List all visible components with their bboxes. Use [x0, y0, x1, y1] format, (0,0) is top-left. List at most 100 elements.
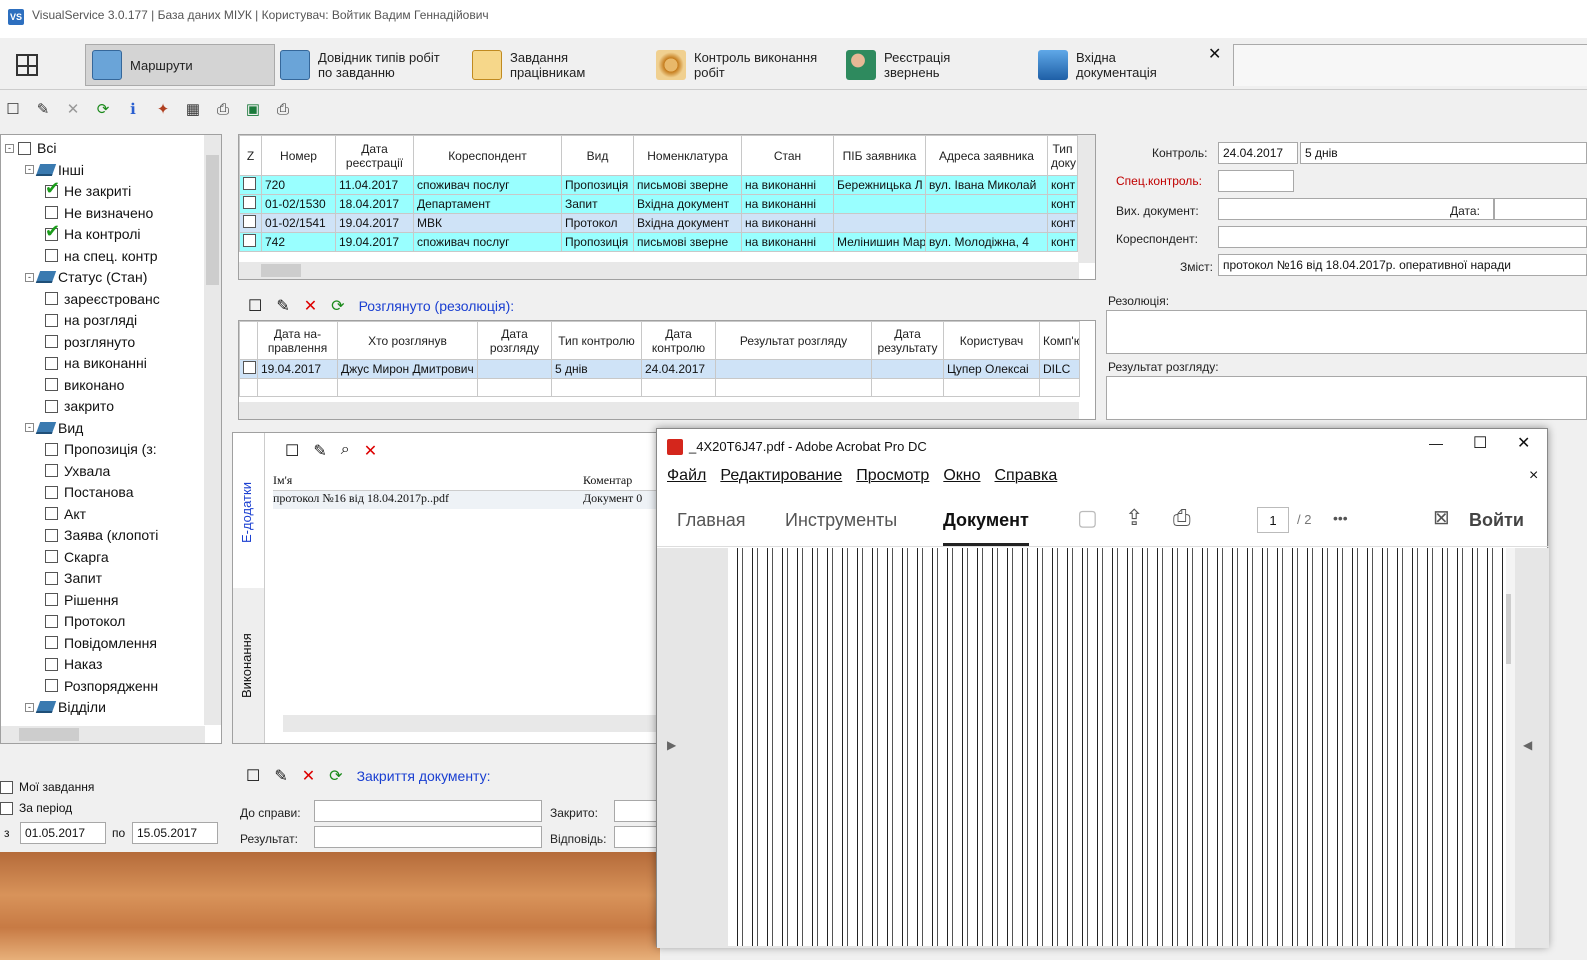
- tree-item[interactable]: Протокол: [45, 610, 125, 632]
- scroll-thumb[interactable]: [261, 264, 301, 277]
- tree-checkbox[interactable]: [45, 356, 58, 370]
- menu-item[interactable]: Редактирование: [720, 467, 842, 485]
- refresh-icon[interactable]: ⟳: [331, 296, 344, 316]
- page-number-field[interactable]: 1: [1257, 507, 1289, 533]
- tree-item[interactable]: Ухвала: [45, 460, 110, 482]
- grid-menu-button[interactable]: [16, 44, 38, 86]
- tree-item[interactable]: Постанова: [45, 481, 133, 503]
- tree-item[interactable]: Розпорядженн: [45, 675, 158, 697]
- tree-item[interactable]: Заява (клопоті: [45, 524, 158, 546]
- info-icon[interactable]: ℹ: [124, 100, 142, 118]
- close-button[interactable]: ✕: [1517, 433, 1530, 453]
- row-checkbox[interactable]: [243, 196, 256, 209]
- table-row[interactable]: 19.04.2017 Джус Мирон Дмитрович 5 днів 24.0…: [239, 359, 1080, 379]
- column-header[interactable]: Дата реєстрації: [335, 135, 414, 176]
- tree-item[interactable]: Наказ: [45, 653, 102, 675]
- tree-item[interactable]: На контролі: [45, 221, 141, 245]
- tree-checkbox[interactable]: [45, 221, 60, 242]
- tree-checkbox[interactable]: [45, 614, 58, 628]
- pane-icon[interactable]: ⊠: [1433, 505, 1450, 530]
- column-header[interactable]: Вид: [561, 135, 634, 176]
- tree-item[interactable]: Акт: [45, 503, 86, 525]
- column-header[interactable]: Дата на-правлення: [257, 321, 338, 360]
- scroll-thumb[interactable]: [19, 728, 79, 741]
- tree-item[interactable]: - Вид: [25, 417, 83, 439]
- result-field[interactable]: [1106, 376, 1587, 420]
- column-header[interactable]: Дата розгляду: [477, 321, 552, 360]
- tree-item[interactable]: Повідомлення: [45, 632, 157, 654]
- filter-icon[interactable]: ✦: [154, 100, 172, 118]
- column-header[interactable]: Хто розглянув: [337, 321, 478, 360]
- print-icon[interactable]: ⎙: [214, 101, 232, 118]
- tree-checkbox[interactable]: [45, 249, 58, 262]
- tab-execution[interactable]: Виконання: [233, 588, 265, 743]
- save-icon[interactable]: ▢: [1077, 505, 1098, 531]
- column-header[interactable]: Комп'ют: [1039, 321, 1080, 360]
- control-period-field[interactable]: 5 днів: [1300, 142, 1587, 164]
- review-hscrollbar[interactable]: [239, 402, 1079, 419]
- nav-document[interactable]: Документ: [943, 510, 1029, 546]
- tree-item[interactable]: - Всі: [5, 137, 56, 159]
- table-row[interactable]: 720 11.04.2017 споживач послуг Пропозиція пи…: [239, 175, 1078, 195]
- table-row[interactable]: 01-02/1541 19.04.2017 МВК Протокол Вхідна до…: [239, 213, 1078, 233]
- tree-checkbox[interactable]: [45, 442, 58, 456]
- calendar-icon[interactable]: ▦: [184, 100, 202, 118]
- delete-icon[interactable]: ✕: [302, 766, 315, 786]
- column-header[interactable]: Номер: [261, 135, 336, 176]
- delete-icon[interactable]: ✕: [364, 441, 377, 461]
- tree-item[interactable]: на спец. контр: [45, 245, 158, 267]
- edit-icon[interactable]: ✎: [274, 766, 287, 786]
- tab-control[interactable]: Контроль виконання робіт: [656, 44, 836, 86]
- attachments-hscrollbar[interactable]: [283, 715, 663, 732]
- tab-work-types[interactable]: Довідник типів робіт по завданню: [280, 44, 460, 86]
- edit-icon[interactable]: ✎: [34, 100, 52, 118]
- tree-checkbox[interactable]: [45, 178, 60, 199]
- printer-icon[interactable]: ⎙: [274, 101, 292, 118]
- to-date-field[interactable]: 15.05.2017: [132, 822, 218, 844]
- tree-item[interactable]: зареєстрованс: [45, 288, 160, 310]
- right-arrow-icon[interactable]: ◀: [1523, 738, 1532, 752]
- tree-item[interactable]: Пропозиція (з:: [45, 438, 157, 460]
- closed-field[interactable]: [614, 800, 662, 822]
- close-document-icon[interactable]: ×: [1529, 467, 1538, 485]
- resolution-field[interactable]: [1106, 310, 1587, 354]
- edit-icon[interactable]: ✎: [313, 441, 326, 461]
- case-field[interactable]: [314, 800, 542, 822]
- row-checkbox[interactable]: [243, 361, 256, 374]
- close-tab-icon[interactable]: ✕: [1208, 44, 1221, 64]
- tree-item[interactable]: на розгляді: [45, 309, 137, 331]
- tab-registration[interactable]: Реєстрація звернень: [846, 44, 1026, 86]
- column-header[interactable]: Z: [239, 135, 262, 176]
- excel-icon[interactable]: ▣: [244, 100, 262, 118]
- attachment-row[interactable]: протокол №16 від 18.04.2017р..pdf Докуме…: [273, 491, 663, 509]
- row-checkbox[interactable]: [243, 234, 256, 247]
- control-date-field[interactable]: 24.04.2017: [1218, 142, 1298, 164]
- tree-checkbox[interactable]: [45, 679, 58, 692]
- tab-tasks[interactable]: Завдання працівникам: [472, 44, 642, 86]
- nav-home[interactable]: Главная: [677, 510, 746, 531]
- table-hscrollbar[interactable]: [239, 262, 1079, 279]
- print-icon[interactable]: ⎙: [1173, 505, 1191, 531]
- delete-icon[interactable]: ✕: [64, 100, 82, 118]
- minimize-button[interactable]: —: [1429, 435, 1443, 451]
- column-header[interactable]: Дата контролю: [641, 321, 716, 360]
- menu-item[interactable]: Просмотр: [856, 467, 929, 485]
- tree-item[interactable]: розглянуто: [45, 331, 135, 353]
- tree-checkbox[interactable]: [45, 528, 58, 542]
- spec-control-field[interactable]: [1218, 170, 1294, 192]
- tree-item[interactable]: закрито: [45, 395, 114, 417]
- new-icon[interactable]: ☐: [246, 766, 260, 786]
- row-checkbox[interactable]: [243, 177, 256, 190]
- tree-checkbox[interactable]: [45, 399, 58, 413]
- tab-incoming[interactable]: Вхідна документація: [1038, 44, 1228, 86]
- tree-item[interactable]: Не визначено: [45, 202, 153, 224]
- tree-item[interactable]: виконано: [45, 374, 124, 396]
- column-header[interactable]: Тип контролю: [551, 321, 642, 360]
- tree-item[interactable]: Не закриті: [45, 178, 131, 202]
- column-header[interactable]: Кореспондент: [413, 135, 562, 176]
- row-checkbox[interactable]: [243, 215, 256, 228]
- edit-icon[interactable]: ✎: [276, 296, 289, 316]
- tree-checkbox[interactable]: [45, 550, 58, 563]
- column-header[interactable]: Адреса заявника: [925, 135, 1048, 176]
- new-icon[interactable]: ☐: [248, 296, 262, 316]
